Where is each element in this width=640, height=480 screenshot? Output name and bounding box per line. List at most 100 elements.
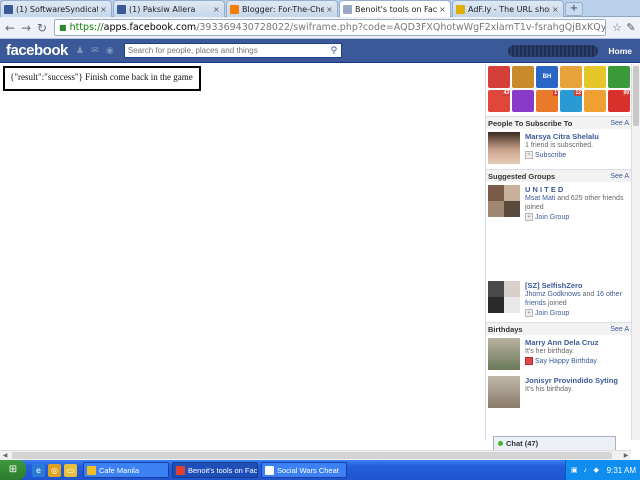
game-app-icon[interactable]: 1	[536, 90, 558, 112]
taskbar-item-cafe-manila[interactable]: Cafe Manila	[83, 462, 169, 478]
url-host: apps.facebook.com	[103, 22, 197, 33]
tab-close-icon[interactable]: ×	[326, 5, 334, 14]
horizontal-scrollbar[interactable]: ◀ ▶	[0, 450, 631, 460]
game-app-icon[interactable]: 43	[488, 90, 510, 112]
group-meta: Msat Mati and 625 other friends joined	[525, 194, 629, 212]
friend-requests-icon[interactable]: ♟	[73, 44, 87, 58]
browser-tab-5[interactable]: AdF.ly - The URL shorten ×	[452, 0, 564, 17]
windows-taskbar: ⊞ e ◎ ▭ Cafe Manila Benoit's tools on Fa…	[0, 460, 640, 480]
taskbar-item-benoits-tools[interactable]: Benoit's tools on Face...	[172, 462, 258, 478]
subscribe-button[interactable]: ≈ Subscribe	[525, 151, 629, 159]
chrome-window-icon	[176, 465, 185, 475]
volume-icon[interactable]: ♪	[581, 466, 590, 475]
chrome-icon[interactable]: ◎	[48, 463, 61, 477]
task-label: Benoit's tools on Face...	[188, 465, 258, 475]
browser-toolbar: ← → ↻ ■ https:// apps.facebook.com /3933…	[0, 17, 640, 39]
see-all-link[interactable]: See A	[610, 173, 629, 180]
notification-badge: 99	[622, 90, 630, 96]
blank-area	[486, 224, 631, 278]
facebook-search-box[interactable]: ⚲	[123, 43, 342, 58]
group-member-photos[interactable]	[488, 281, 520, 313]
game-app-icon[interactable]	[512, 66, 534, 88]
avatar[interactable]	[488, 132, 520, 164]
subscribe-meta: 1 friend is subscribed.	[525, 142, 594, 149]
task-label: Cafe Manila	[99, 465, 140, 475]
game-app-icon[interactable]	[584, 90, 606, 112]
taskbar-item-social-wars-cheat[interactable]: Social Wars Cheat	[261, 462, 347, 478]
clock[interactable]: 9:31 AM	[607, 466, 636, 475]
security-icon[interactable]: ◆	[592, 466, 601, 475]
tab-label: (1) Paksiw Allera	[129, 4, 196, 14]
wrench-menu-icon[interactable]: ✎	[624, 21, 638, 34]
game-app-icon[interactable]: BH	[536, 66, 558, 88]
bookmark-star-icon[interactable]: ☆	[610, 21, 624, 34]
group-name-link[interactable]: U N I T E D	[525, 185, 629, 194]
browser-tab-2[interactable]: (1) Paksiw Allera ×	[113, 0, 225, 17]
url-scheme: https://	[69, 22, 104, 33]
start-button[interactable]: ⊞	[0, 460, 26, 480]
join-group-icon: +	[525, 309, 533, 317]
browser-tab-4-active[interactable]: Benoit's tools on Facebook ×	[339, 0, 451, 18]
group-meta-text: and	[580, 291, 597, 298]
game-app-icon[interactable]	[608, 66, 630, 88]
tab-close-icon[interactable]: ×	[213, 5, 221, 14]
browser-tab-3[interactable]: Blogger: For-The-Cheater ×	[226, 0, 338, 17]
reload-icon[interactable]: ↻	[34, 20, 50, 36]
internet-explorer-icon[interactable]: e	[32, 463, 45, 477]
vertical-scrollbar[interactable]	[631, 64, 640, 440]
browser-tab-1[interactable]: (1) SoftwareSyndicate ×	[0, 0, 112, 17]
friend-name-link[interactable]: Jhomz Godknows	[525, 291, 581, 298]
messages-icon[interactable]: ✉	[88, 44, 102, 58]
facebook-header: facebook ♟ ✉ ◉ ⚲ Home	[0, 39, 640, 63]
back-arrow-icon[interactable]: ←	[2, 20, 18, 36]
online-status-icon	[498, 441, 503, 446]
right-sidebar: BH 43 1 12 99 People To Subscribe To See A M…	[485, 64, 631, 440]
scroll-right-icon[interactable]: ▶	[621, 451, 631, 460]
game-app-icon[interactable]	[560, 66, 582, 88]
tab-close-icon[interactable]: ×	[100, 5, 108, 14]
person-name-link[interactable]: Jonisyr Provindido Syting	[525, 376, 629, 385]
forward-arrow-icon[interactable]: →	[18, 20, 34, 36]
person-name-link[interactable]: Marry Ann Dela Cruz	[525, 338, 629, 347]
group-member-photos[interactable]	[488, 185, 520, 217]
game-app-icon[interactable]	[584, 66, 606, 88]
scrollbar-thumb[interactable]	[633, 66, 639, 126]
new-tab-button[interactable]: +	[565, 2, 583, 16]
say-happy-birthday-button[interactable]: Say Happy Birthday	[525, 357, 629, 365]
scroll-left-icon[interactable]: ◀	[0, 451, 10, 460]
profile-name-redacted[interactable]	[508, 44, 599, 57]
avatar[interactable]	[488, 338, 520, 370]
avatar[interactable]	[488, 376, 520, 408]
see-all-link[interactable]: See A	[610, 326, 629, 333]
page-favicon-icon	[343, 5, 352, 14]
facebook-logo[interactable]: facebook	[6, 42, 68, 59]
join-group-button[interactable]: + Join Group	[525, 213, 629, 221]
game-app-icon[interactable]: 12	[560, 90, 582, 112]
see-all-link[interactable]: See A	[610, 120, 629, 127]
folder-icon[interactable]: ▭	[64, 463, 77, 477]
subscribe-suggestion: Marsya Citra Shelalu 1 friend is subscri…	[486, 129, 631, 167]
game-app-icon[interactable]	[488, 66, 510, 88]
search-input[interactable]	[124, 46, 327, 55]
join-group-button[interactable]: + Join Group	[525, 309, 629, 317]
group-suggestion: U N I T E D Msat Mati and 625 other frie…	[486, 182, 631, 224]
gift-icon	[525, 357, 533, 365]
search-icon[interactable]: ⚲	[327, 46, 341, 56]
tab-label: Benoit's tools on Facebook	[355, 5, 437, 14]
chat-bar[interactable]: Chat (47)	[493, 436, 616, 450]
join-group-label: Join Group	[535, 213, 570, 221]
home-link[interactable]: Home	[608, 46, 632, 56]
scrollbar-thumb[interactable]	[12, 452, 612, 459]
network-icon[interactable]: ▣	[570, 466, 579, 475]
address-bar[interactable]: ■ https:// apps.facebook.com /3933694307…	[54, 19, 606, 36]
game-app-icon[interactable]	[512, 90, 534, 112]
group-name-link[interactable]: [SZ] SelfishZero	[525, 281, 629, 290]
notifications-icon[interactable]: ◉	[103, 44, 117, 58]
friend-name-link[interactable]: Msat Mati	[525, 195, 555, 202]
blogger-favicon-icon	[230, 4, 239, 14]
game-app-icon[interactable]: 99	[608, 90, 630, 112]
tab-close-icon[interactable]: ×	[439, 5, 447, 14]
person-name-link[interactable]: Marsya Citra Shelalu	[525, 132, 629, 141]
tab-close-icon[interactable]: ×	[552, 5, 560, 14]
browser-tab-strip: (1) SoftwareSyndicate × (1) Paksiw Aller…	[0, 0, 640, 18]
